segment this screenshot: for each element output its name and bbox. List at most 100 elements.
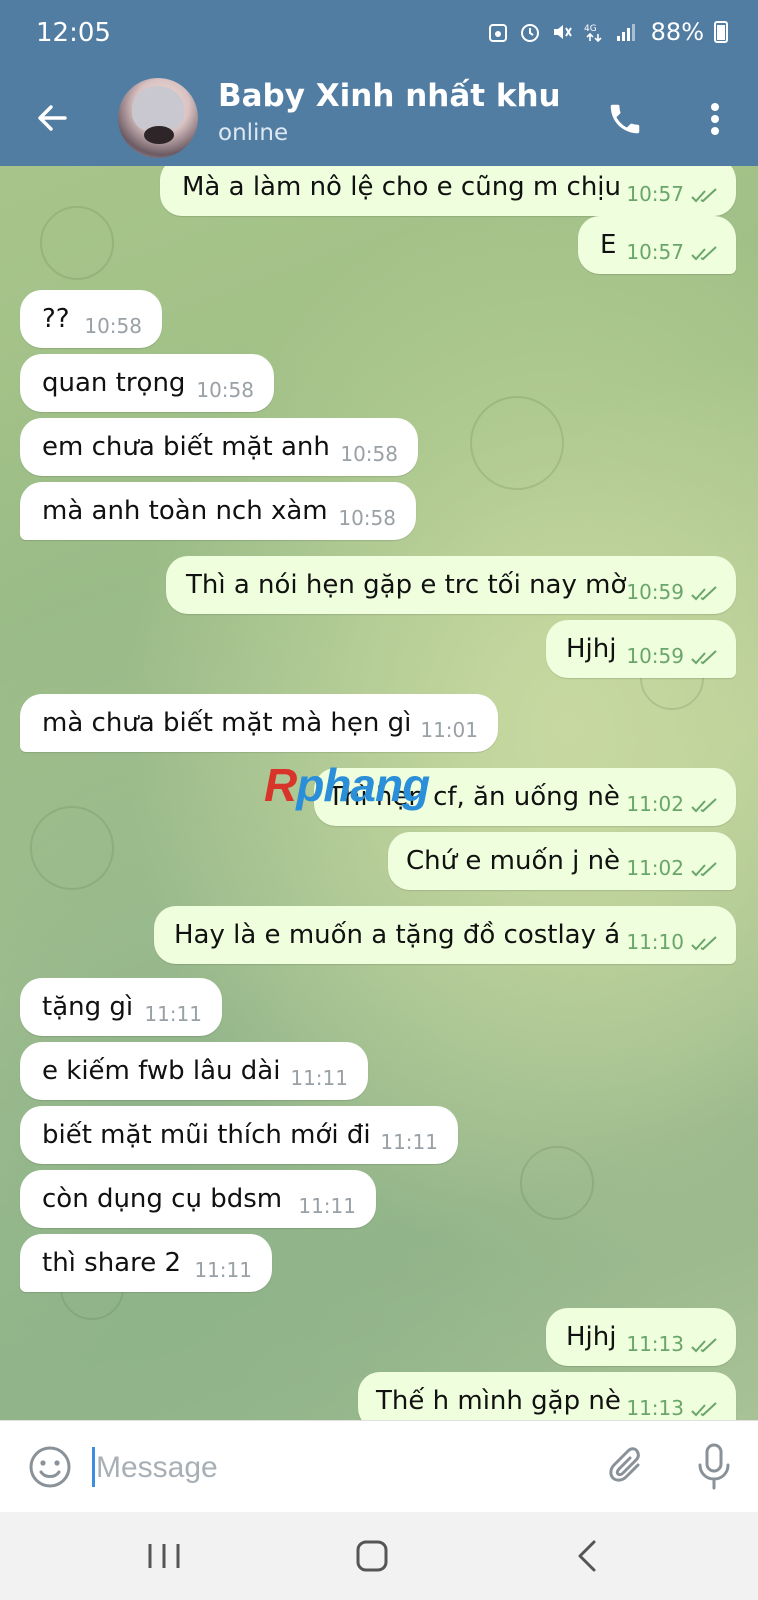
message-text: Chứ e muốn j nè	[406, 846, 621, 876]
message-text: em chưa biết mặt anh	[42, 432, 330, 462]
message-time: 10:57	[626, 240, 684, 264]
background-doodle	[520, 1146, 594, 1220]
home-icon[interactable]	[352, 1536, 392, 1576]
back-arrow-icon	[38, 105, 67, 131]
message-text: mà anh toàn nch xàm	[42, 496, 328, 526]
message-bubble-incoming[interactable]: mà anh toàn nch xàm 10:58	[20, 482, 416, 540]
message-time: 11:13	[626, 1332, 684, 1356]
mute-icon	[553, 25, 572, 39]
message-text: Hay là e muốn a tặng đồ costlay á	[174, 920, 621, 950]
message-bubble-incoming[interactable]: em chưa biết mặt anh 10:58	[20, 418, 418, 476]
message-bubble-incoming[interactable]: quan trọng 10:58	[20, 354, 274, 412]
message-text: Thế h mình gặp nè	[376, 1386, 621, 1416]
message-bubble-incoming[interactable]: mà chưa biết mặt mà hẹn gì 11:01	[20, 694, 498, 752]
message-bubble-outgoing[interactable]: Hjhj 10:59	[546, 620, 736, 678]
nav-back-icon[interactable]	[568, 1536, 608, 1576]
battery-percent: 88%	[650, 18, 704, 46]
status-time: 12:05	[36, 18, 111, 48]
paperclip-icon[interactable]	[604, 1443, 652, 1491]
message-bubble-incoming[interactable]: thì share 2 11:11	[20, 1234, 272, 1292]
message-time: 10:58	[84, 314, 142, 338]
system-nav-bar	[0, 1512, 758, 1600]
message-text: Hjhj	[566, 634, 617, 664]
contact-name[interactable]: Baby Xinh nhất khu	[218, 78, 561, 114]
message-time: 11:02	[626, 792, 684, 816]
chat-header: Baby Xinh nhất khu online	[0, 72, 758, 166]
message-text: Mà a làm nô lệ cho e cũng m chịu	[182, 172, 622, 202]
more-button[interactable]	[690, 94, 740, 144]
message-text: ??	[42, 304, 70, 334]
message-bubble-incoming[interactable]: biết mặt mũi thích mới đi 11:11	[20, 1106, 458, 1164]
status-icons: 4G 88%	[487, 18, 728, 46]
back-button[interactable]	[28, 94, 76, 142]
message-text: mà chưa biết mặt mà hẹn gì	[42, 708, 412, 738]
message-time: 10:59	[626, 644, 684, 668]
message-bubble-incoming[interactable]: e kiếm fwb lâu dài 11:11	[20, 1042, 368, 1100]
message-bubble-outgoing[interactable]: Mà a làm nô lệ cho e cũng m chịu 10:57	[160, 166, 736, 216]
message-time: 11:13	[626, 1396, 684, 1420]
message-text: biết mặt mũi thích mới đi	[42, 1120, 371, 1150]
read-checkmarks-icon	[691, 246, 717, 261]
message-time: 11:01	[420, 718, 478, 742]
message-bubble-incoming[interactable]: ?? 10:58	[20, 290, 162, 348]
read-checkmarks-icon	[691, 862, 717, 877]
alarm-icon	[520, 24, 539, 42]
message-text: còn dụng cụ bdsm	[42, 1184, 283, 1214]
message-bubble-outgoing[interactable]: Hay là e muốn a tặng đồ costlay á 11:10	[154, 906, 736, 964]
message-bubble-outgoing[interactable]: E 10:57	[578, 216, 736, 274]
contact-status: online	[218, 120, 289, 146]
message-input-bar	[0, 1420, 758, 1513]
read-checkmarks-icon	[691, 188, 717, 203]
message-bubble-outgoing[interactable]: Thế h mình gặp nè 11:13	[358, 1372, 736, 1420]
save-icon	[488, 24, 507, 42]
message-bubble-incoming[interactable]: tặng gì 11:11	[20, 978, 222, 1036]
message-time: 10:58	[340, 442, 398, 466]
battery-icon	[714, 21, 728, 43]
message-time: 11:11	[380, 1130, 438, 1154]
message-text: E	[600, 230, 617, 260]
read-checkmarks-icon	[691, 586, 717, 601]
phone-icon	[610, 104, 640, 134]
message-text: quan trọng	[42, 368, 186, 398]
more-vertical-icon	[711, 103, 719, 135]
message-text: Thì a nói hẹn gặp e trc tối nay mờ	[186, 570, 627, 600]
background-doodle	[30, 806, 114, 890]
message-time: 11:02	[626, 856, 684, 880]
status-bar: 12:05 4G 88%	[0, 0, 758, 72]
message-input[interactable]	[94, 1439, 578, 1497]
message-text: e kiếm fwb lâu dài	[42, 1056, 281, 1086]
message-time: 10:58	[338, 506, 396, 530]
message-text: thì share 2	[42, 1248, 182, 1278]
message-bubble-outgoing[interactable]: Hjhj 11:13	[546, 1308, 736, 1366]
read-checkmarks-icon	[691, 936, 717, 951]
background-doodle	[470, 396, 564, 490]
message-time: 11:11	[298, 1194, 356, 1218]
microphone-icon[interactable]	[690, 1441, 738, 1493]
message-time: 11:11	[194, 1258, 252, 1282]
message-bubble-outgoing[interactable]: Chứ e muốn j nè 11:02	[388, 832, 736, 890]
message-time: 11:10	[626, 930, 684, 954]
read-checkmarks-icon	[691, 650, 717, 665]
background-doodle	[40, 206, 114, 280]
call-button[interactable]	[600, 94, 650, 144]
4g-data-icon: 4G	[584, 24, 602, 43]
read-checkmarks-icon	[691, 1402, 717, 1417]
recents-icon[interactable]	[140, 1540, 188, 1572]
chat-area[interactable]: Mà a làm nô lệ cho e cũng m chịu 10:57 E…	[0, 166, 758, 1420]
message-time: 11:11	[290, 1066, 348, 1090]
message-bubble-outgoing[interactable]: Thì a nói hẹn gặp e trc tối nay mờ 10:59	[166, 556, 736, 614]
watermark: Rphang	[264, 759, 430, 811]
message-text: Hjhj	[566, 1322, 617, 1352]
message-time: 10:57	[626, 182, 684, 206]
svg-text:4G: 4G	[584, 24, 597, 34]
message-bubble-incoming[interactable]: còn dụng cụ bdsm 11:11	[20, 1170, 376, 1228]
message-time: 10:58	[196, 378, 254, 402]
emoji-icon[interactable]	[26, 1443, 74, 1491]
message-time: 10:59	[626, 580, 684, 604]
message-text: tặng gì	[42, 992, 134, 1022]
signal-icon	[616, 24, 635, 41]
avatar[interactable]	[118, 78, 198, 158]
message-time: 11:11	[144, 1002, 202, 1026]
read-checkmarks-icon	[691, 798, 717, 813]
read-checkmarks-icon	[691, 1338, 717, 1353]
